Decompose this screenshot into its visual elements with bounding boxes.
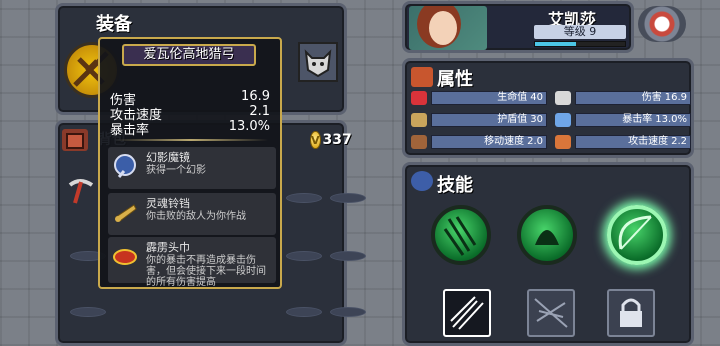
heart-icon <box>411 91 427 105</box>
attribute-row: 移动速度 2.0 <box>411 135 547 149</box>
bag-slot[interactable] <box>286 193 322 203</box>
scatter-arrow-icon <box>534 298 568 328</box>
shield-icon <box>411 113 427 127</box>
equipment-title: 装备 <box>96 14 132 35</box>
sword-icon <box>555 91 571 105</box>
perk-desc: 获得一个幻影 <box>146 165 206 176</box>
attributes-panel: 属性 生命值 40 伤害 16.9 护盾值 30 暴击率 13.0% 移动速度 2.0 攻击速度 2.… <box>402 58 694 158</box>
attribute-value: 16.9 <box>664 92 687 103</box>
perk-name: 幻影魔镜 <box>146 151 190 164</box>
attribute-value: 30 <box>530 114 543 125</box>
bag-slot[interactable] <box>330 307 366 317</box>
stat-crit-rate: 暴击率 13.0% <box>110 119 270 138</box>
attribute-bar: 攻击速度 2.2 <box>575 135 691 149</box>
tooltip-divider <box>114 139 268 141</box>
attribute-value: 2.0 <box>527 136 543 147</box>
attribute-row: 暴击率 13.0% <box>555 113 691 127</box>
perk-mirror: 幻影魔镜 获得一个幻影 <box>108 147 276 189</box>
character-level: 等级 9 <box>534 25 626 39</box>
bag-slot[interactable] <box>70 307 106 317</box>
attribute-value: 40 <box>530 92 543 103</box>
attribute-row: 伤害 16.9 <box>555 91 691 105</box>
character-portrait <box>409 6 487 50</box>
attribute-bar: 生命值 40 <box>431 91 547 105</box>
fist-icon <box>555 135 571 149</box>
attribute-label: 移动速度 <box>484 136 525 147</box>
skill-orb-ranger-hood[interactable] <box>517 205 577 265</box>
perk-bell: 灵魂铃铛 你击败的敌人为你作战 <box>108 193 276 235</box>
gold-counter: V 337 <box>310 128 352 152</box>
bag-slot[interactable] <box>330 251 366 261</box>
mirror-icon <box>112 153 138 179</box>
stat-value: 13.0% <box>228 119 270 134</box>
attribute-bar: 暴击率 13.0% <box>575 113 691 127</box>
triple-arrow-icon <box>450 296 484 330</box>
attribute-value: 2.2 <box>671 136 687 147</box>
exit-button[interactable] <box>638 6 686 42</box>
gold-amount: 337 <box>322 132 352 148</box>
lock-icon <box>620 298 642 327</box>
attribute-bar: 护盾值 30 <box>431 113 547 127</box>
gold-coin-icon: V <box>310 131 321 149</box>
attribute-bar: 移动速度 2.0 <box>431 135 547 149</box>
skills-title: 技能 <box>437 175 473 196</box>
attribute-bar: 伤害 16.9 <box>575 91 691 105</box>
bag-slot[interactable] <box>330 193 366 203</box>
arrow-rain-icon <box>443 216 477 256</box>
eye-icon <box>555 113 571 127</box>
attribute-label: 暴击率 <box>622 114 653 125</box>
perk-desc: 你击败的敌人为你作战 <box>146 211 246 222</box>
bag-slot-row <box>286 307 366 317</box>
attribute-label: 生命值 <box>497 92 528 103</box>
bag-slot-row <box>70 307 106 317</box>
skill-orb-arrow-rain[interactable] <box>431 205 491 265</box>
perk-name: 霹雳头巾 <box>146 241 190 254</box>
bow-icon <box>618 215 652 250</box>
bag-slot[interactable] <box>286 251 322 261</box>
skill-orb-bow[interactable] <box>607 205 667 265</box>
attributes-tab-icon <box>411 67 433 87</box>
skills-tab-icon <box>411 171 433 191</box>
item-tooltip: 爱瓦伦高地猎弓 伤害 16.9 攻击速度 2.1 暴击率 13.0% 幻影魔镜 … <box>98 37 282 289</box>
backpack-icon <box>66 133 84 149</box>
bag-slot-row <box>286 251 366 261</box>
perk-name: 灵魂铃铛 <box>146 197 190 210</box>
bag-slot[interactable] <box>286 307 322 317</box>
boot-icon <box>411 135 427 149</box>
stat-label: 暴击率 <box>110 123 150 138</box>
skill-card-scatter-arrow[interactable] <box>527 289 575 337</box>
item-name: 爱瓦伦高地猎弓 <box>122 44 256 66</box>
wolf-icon <box>304 49 332 78</box>
skill-card-locked[interactable] <box>607 289 655 337</box>
skills-panel: 技能 <box>402 162 694 346</box>
perk-desc: 你的暴击不再造成暴击伤害，但会使接下来一段时间的所有伤害提高 <box>146 255 266 288</box>
attribute-label: 攻击速度 <box>628 136 669 147</box>
attribute-row: 攻击速度 2.2 <box>555 135 691 149</box>
attributes-title: 属性 <box>437 69 473 90</box>
bag-slot-row <box>286 193 366 203</box>
attribute-row: 护盾值 30 <box>411 113 547 127</box>
attribute-row: 生命值 40 <box>411 91 547 105</box>
attribute-value: 13.0% <box>655 114 687 125</box>
skill-card-triple-arrow[interactable] <box>443 289 491 337</box>
headband-icon <box>112 243 138 269</box>
pickaxe-icon <box>68 179 94 204</box>
perk-headband: 霹雳头巾 你的暴击不再造成暴击伤害，但会使接下来一段时间的所有伤害提高 <box>108 237 276 288</box>
xp-bar-fill <box>535 42 576 46</box>
ranger-hood-icon <box>535 230 559 245</box>
bag-item-pickaxe[interactable] <box>66 177 96 207</box>
equipped-pet-slot[interactable] <box>298 42 338 82</box>
xp-bar <box>534 41 626 47</box>
attribute-label: 护盾值 <box>497 114 528 125</box>
attribute-label: 伤害 <box>641 92 662 103</box>
bell-icon <box>112 199 138 225</box>
bag-tab-icon[interactable] <box>62 129 88 151</box>
